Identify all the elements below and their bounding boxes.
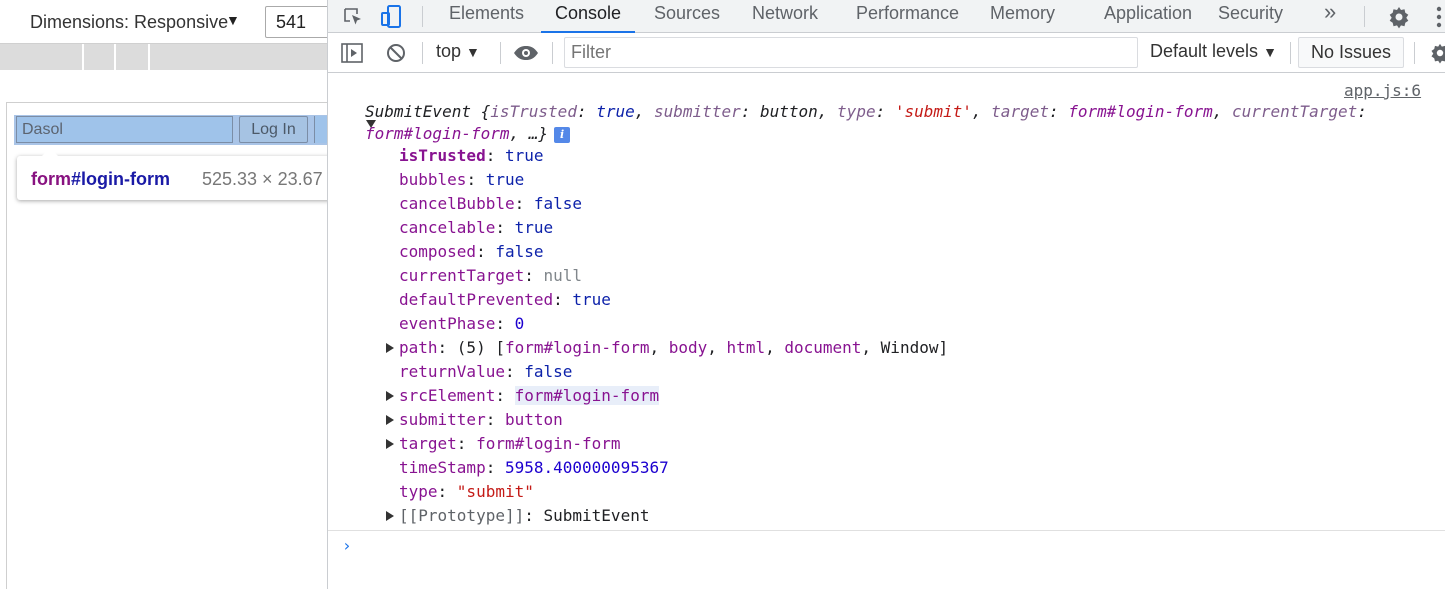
log-levels-select[interactable]: Default levels ▼ [1150, 41, 1277, 62]
dimensions-select[interactable]: Dimensions: Responsive [30, 12, 228, 33]
ruler-divider [114, 44, 116, 70]
form-overflow-highlight [314, 116, 328, 143]
viewport-gutter [0, 70, 328, 102]
summary-key: type [837, 102, 876, 121]
tooltip-size: 525.33 × 23.67 [202, 169, 323, 189]
toolbar-divider [1364, 6, 1365, 27]
log-levels-caret-icon: ▼ [1263, 44, 1277, 60]
js-context-label: top [436, 41, 462, 61]
more-tabs-icon[interactable]: » [1324, 0, 1336, 33]
prop-prototype[interactable]: [[Prototype]]: SubmitEvent [399, 504, 649, 528]
toolbar-divider [422, 42, 423, 64]
prop-submitter[interactable]: submitter: button [399, 408, 563, 432]
toolbar-divider [1290, 42, 1291, 64]
source-link[interactable]: app.js:6 [1344, 81, 1421, 100]
summary-key: target [991, 102, 1049, 121]
device-toolbar: Dimensions: Responsive ▼ [0, 0, 328, 44]
event-summary[interactable]: SubmitEvent {isTrusted: true, submitter:… [365, 101, 1425, 145]
toolbar-divider [1414, 42, 1415, 64]
console-settings-gear-icon[interactable] [1428, 33, 1445, 73]
login-button[interactable]: Log In [239, 116, 308, 143]
ruler-divider [82, 44, 84, 70]
info-icon[interactable]: i [554, 127, 571, 143]
prop-cancelBubble: cancelBubble: false [399, 194, 583, 213]
tab-performance[interactable]: Performance [856, 0, 959, 33]
devtools-tabbar: Elements Console Sources Network Perform… [328, 0, 1445, 33]
js-context-select[interactable]: top ▼ [436, 41, 480, 62]
summary-value: form#login-form [365, 124, 510, 143]
console-output: app.js:6 SubmitEvent {isTrusted: true, s… [328, 74, 1445, 589]
expand-triangle-icon[interactable] [386, 391, 394, 401]
ruler-divider [148, 44, 150, 70]
prompt-divider [328, 530, 1445, 531]
summary-value: 'submit' [894, 102, 972, 121]
expand-triangle-icon[interactable] [386, 415, 394, 425]
prop-currentTarget: currentTarget: null [399, 266, 583, 285]
tab-application[interactable]: Application [1104, 0, 1192, 33]
toolbar-divider [422, 6, 423, 27]
filter-input[interactable] [564, 37, 1138, 68]
tooltip-selector: form#login-form [31, 169, 170, 190]
toolbar-divider [552, 42, 553, 64]
summary-key: submitter [654, 102, 741, 121]
summary-class: SubmitEvent [365, 102, 471, 121]
issues-button[interactable]: No Issues [1298, 37, 1404, 68]
toolbar-divider [500, 42, 501, 64]
tab-elements[interactable]: Elements [449, 0, 524, 33]
device-toolbar-icon[interactable] [379, 0, 405, 33]
expand-triangle-icon[interactable] [386, 439, 394, 449]
devtools-panel: Elements Console Sources Network Perform… [327, 0, 1445, 589]
prop-composed: composed: false [399, 242, 544, 261]
media-query-ruler[interactable] [0, 44, 328, 70]
prop-bubbles: bubbles: true [399, 170, 525, 189]
prop-srcElement[interactable]: srcElement: form#login-form [399, 384, 660, 408]
username-input[interactable]: Dasol [16, 116, 233, 143]
prop-returnValue: returnValue: false [399, 362, 573, 381]
console-prompt-icon[interactable]: › [342, 536, 352, 555]
tab-memory[interactable]: Memory [990, 0, 1055, 33]
prop-target[interactable]: target: form#login-form [399, 432, 621, 456]
expand-triangle-icon[interactable] [386, 343, 394, 353]
prop-timeStamp: timeStamp: 5958.400000095367 [399, 458, 669, 477]
clear-console-icon[interactable] [384, 33, 408, 73]
sidebar-toggle-icon[interactable] [340, 33, 364, 73]
prop-cancelable: cancelable: true [399, 218, 554, 237]
tooltip-tag: form [31, 169, 71, 189]
summary-brace: { [480, 102, 491, 121]
tab-sources[interactable]: Sources [654, 0, 720, 33]
dimensions-caret-icon[interactable]: ▼ [226, 12, 240, 28]
js-context-caret-icon: ▼ [466, 44, 480, 60]
inspect-element-icon[interactable] [340, 0, 366, 33]
tooltip-id: #login-form [71, 169, 170, 189]
settings-gear-icon[interactable] [1386, 0, 1412, 33]
prop-type: type: "submit" [399, 482, 534, 501]
tab-security[interactable]: Security [1218, 0, 1283, 33]
viewport-width-input[interactable] [265, 6, 328, 38]
prop-eventPhase: eventPhase: 0 [399, 314, 525, 333]
kebab-menu-icon[interactable] [1432, 0, 1445, 33]
tooltip-arrow [41, 148, 59, 157]
summary-value: form#login-form [1068, 102, 1213, 121]
summary-ellipsis: …} [528, 124, 549, 143]
expand-triangle-icon[interactable] [386, 511, 394, 521]
device-viewport: Dimensions: Responsive ▼ Dasol Log In fo… [0, 0, 328, 589]
tab-network[interactable]: Network [752, 0, 818, 33]
prop-path[interactable]: path: (5) [form#login-form, body, html, … [399, 336, 948, 360]
summary-value: true [596, 102, 635, 121]
prop-defaultPrevented: defaultPrevented: true [399, 290, 611, 309]
summary-key: currentTarget [1232, 102, 1358, 121]
console-toolbar: top ▼ Default levels ▼ No Issues [328, 33, 1445, 73]
summary-key: isTrusted [490, 102, 577, 121]
log-levels-label: Default levels [1150, 41, 1259, 61]
prop-isTrusted: isTrusted: true [399, 146, 544, 165]
tab-console[interactable]: Console [541, 0, 636, 33]
eye-icon[interactable] [512, 33, 540, 73]
element-inspect-tooltip: form#login-form 525.33 × 23.67 [17, 148, 328, 200]
summary-value: button [759, 102, 818, 121]
